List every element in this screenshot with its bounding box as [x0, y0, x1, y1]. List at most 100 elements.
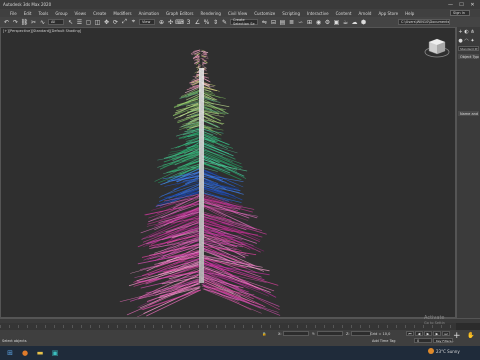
curve-editor-icon[interactable]: ∽ [297, 19, 304, 26]
menu-group[interactable]: Group [55, 11, 67, 16]
select-object-icon[interactable]: ↖ [67, 19, 74, 26]
menu-civil-view[interactable]: Civil View [228, 11, 247, 16]
selection-filter-select[interactable]: All [48, 19, 64, 25]
go-to-end-icon[interactable]: ⏭ [442, 331, 450, 336]
menu-app-store[interactable]: App Store [378, 11, 398, 16]
track-bar-ticks [0, 325, 456, 328]
menu-modifiers[interactable]: Modifiers [113, 11, 131, 16]
object-type-rollout[interactable]: Object Type [458, 54, 479, 59]
scene-explorer-icon[interactable]: ▤ [279, 19, 286, 26]
orbit-icon[interactable]: ✋ [467, 332, 474, 339]
go-to-start-icon[interactable]: ⏮ [406, 331, 414, 336]
y-coordinate-field[interactable] [317, 331, 343, 336]
menu-edit[interactable]: Edit [24, 11, 32, 16]
selection-lock-icon[interactable]: 🔒 [262, 332, 266, 336]
rendered-frame-window-icon[interactable]: ▣ [333, 19, 340, 26]
menu-tools[interactable]: Tools [38, 11, 48, 16]
place-icon[interactable]: ⌖ [130, 18, 137, 26]
rectangular-selection-icon[interactable]: ▢ [85, 19, 92, 26]
grid-size: Grid = 10,0 [370, 332, 391, 336]
shapes-icon[interactable]: ◠ [464, 38, 469, 44]
track-bar[interactable] [0, 323, 456, 330]
tree-branch [203, 288, 279, 313]
schematic-view-icon[interactable]: ⊞ [306, 19, 313, 26]
hierarchy-tab-icon[interactable]: ⋔ [470, 29, 475, 35]
tree-branch [157, 152, 199, 168]
window-crossing-icon[interactable]: ◫ [94, 19, 101, 26]
name-and-color-rollout[interactable]: Name and Color [458, 111, 479, 116]
sign-in-button[interactable]: Sign In [450, 10, 470, 16]
menu-views[interactable]: Views [75, 11, 87, 16]
menu-help[interactable]: Help [405, 11, 414, 16]
minimize-button[interactable]: — [445, 0, 456, 9]
modify-tab-icon[interactable]: ◐ [464, 29, 469, 35]
material-editor-icon[interactable]: ◉ [315, 19, 322, 26]
layer-explorer-icon[interactable]: ≣ [288, 19, 295, 26]
mirror-icon[interactable]: ⇋ [261, 19, 268, 26]
keyboard-shortcut-icon[interactable]: ⌨ [175, 19, 184, 26]
create-tab-icon[interactable]: + [458, 29, 463, 35]
percent-snap-icon[interactable]: % [203, 19, 210, 26]
snaps-toggle-icon[interactable]: 3 [185, 19, 192, 26]
reference-coordinate-select[interactable]: View [139, 19, 155, 25]
tree-branch [126, 283, 199, 316]
menu-create[interactable]: Create [93, 11, 106, 16]
render-setup-icon[interactable]: ⚙ [324, 19, 331, 26]
render-production-icon[interactable]: ☕ [342, 19, 349, 26]
tree-branch [202, 270, 280, 310]
x-coordinate-field[interactable] [283, 331, 309, 336]
menu-rendering[interactable]: Rendering [201, 11, 221, 16]
menu-content[interactable]: Content [336, 11, 352, 16]
add-time-tag[interactable]: Add Time Tag [372, 339, 396, 343]
next-frame-icon[interactable]: ▶ [433, 331, 441, 336]
menu-file[interactable]: File [10, 11, 17, 16]
tree-branch [203, 89, 212, 92]
move-icon[interactable]: ✥ [103, 19, 110, 26]
weather-widget[interactable]: 23°C Sunny [428, 348, 460, 354]
project-folder-path[interactable]: C:\Users\WIN10\Documents\3ds Max 2020 [398, 19, 450, 25]
pivot-center-icon[interactable]: ⊕ [158, 19, 165, 26]
link-icon[interactable]: ⛓ [21, 19, 29, 26]
file-explorer-icon[interactable]: ▬ [35, 348, 45, 358]
command-panel: + ◐ ⋔ ● ◠ ✦ Standard Primitives Object T… [456, 27, 480, 318]
previous-frame-icon[interactable]: ◀ [415, 331, 423, 336]
a360-gallery-icon[interactable]: ⬢ [360, 19, 367, 26]
align-icon[interactable]: ⊟ [270, 19, 277, 26]
menu-scripting[interactable]: Scripting [282, 11, 300, 16]
geometry-icon[interactable]: ● [458, 38, 463, 44]
scale-icon[interactable]: ⤢ [121, 18, 128, 26]
tree-model[interactable] [1, 28, 456, 318]
angle-snap-icon[interactable]: ∠ [194, 19, 201, 26]
menu-customize[interactable]: Customize [254, 11, 275, 16]
lights-icon[interactable]: ✦ [470, 38, 475, 44]
app-icon-orange[interactable]: ● [20, 348, 30, 358]
zoom-extents-icon[interactable]: + [453, 332, 461, 341]
edit-named-selection-icon[interactable]: ✎ [221, 19, 228, 26]
menu-bar: File Edit Tools Group Views Create Modif… [0, 9, 480, 17]
rotate-icon[interactable]: ⟳ [112, 19, 119, 26]
maximize-button[interactable]: ☐ [456, 0, 467, 9]
menu-arnold[interactable]: Arnold [358, 11, 371, 16]
select-manipulate-icon[interactable]: ✣ [167, 19, 174, 26]
perspective-viewport[interactable]: [+][Perspective][Standard][Default Shadi… [0, 27, 456, 318]
key-filters-button[interactable]: Key Filters... [433, 338, 454, 343]
primitive-type-dropdown[interactable]: Standard Primitives [458, 46, 479, 51]
menu-graph-editors[interactable]: Graph Editors [166, 11, 193, 16]
tree-branch [201, 65, 204, 67]
current-frame-field[interactable]: 0 [414, 338, 432, 343]
bind-space-warp-icon[interactable]: ∿ [39, 19, 46, 26]
menu-interactive[interactable]: Interactive [307, 11, 329, 16]
select-by-name-icon[interactable]: ☰ [76, 19, 83, 26]
spinner-snap-icon[interactable]: ⇕ [212, 19, 219, 26]
3ds-max-taskbar-icon[interactable]: ▣ [50, 348, 60, 358]
menu-animation[interactable]: Animation [139, 11, 159, 16]
windows-start-icon[interactable]: ⊞ [5, 348, 15, 358]
unlink-icon[interactable]: ✂ [30, 19, 37, 26]
redo-icon[interactable]: ↷ [12, 19, 19, 26]
undo-icon[interactable]: ↶ [3, 19, 10, 26]
play-icon[interactable]: ▶ [424, 331, 432, 336]
render-in-cloud-icon[interactable]: ☁ [351, 19, 358, 26]
named-selection-set-select[interactable]: Create Selection Se [230, 18, 258, 26]
close-button[interactable]: ✕ [467, 0, 478, 9]
z-coordinate-field[interactable] [351, 331, 371, 336]
